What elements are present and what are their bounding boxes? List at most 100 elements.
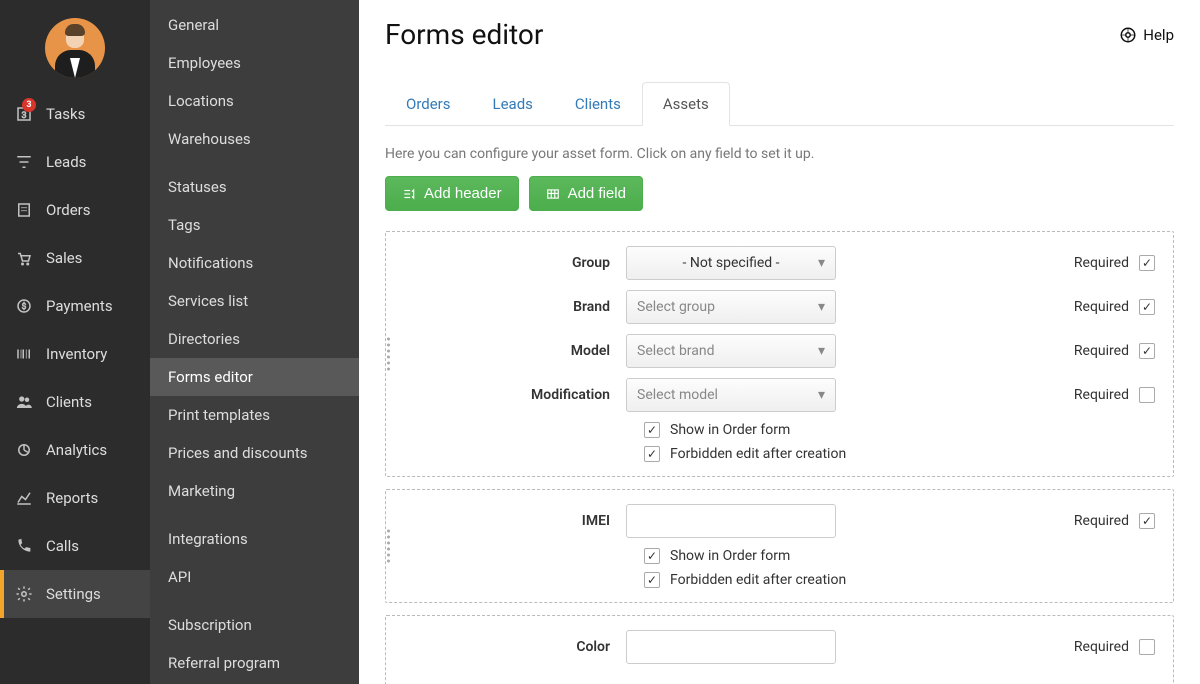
group-select[interactable]: - Not specified - ▾ — [626, 246, 836, 280]
svg-text:$: $ — [22, 301, 27, 312]
show-in-order-label: Show in Order form — [670, 548, 790, 564]
tab-orders[interactable]: Orders — [385, 82, 472, 126]
nav-label: Leads — [46, 153, 86, 171]
sub-general[interactable]: General — [150, 6, 359, 44]
svg-text:3: 3 — [21, 111, 26, 121]
chevron-down-icon: ▾ — [818, 387, 825, 403]
tab-assets[interactable]: Assets — [642, 82, 730, 126]
modification-select[interactable]: Select model ▾ — [626, 378, 836, 412]
required-label: Required — [1074, 387, 1129, 403]
sub-employees[interactable]: Employees — [150, 44, 359, 82]
sub-prices-discounts[interactable]: Prices and discounts — [150, 434, 359, 472]
help-icon — [1119, 26, 1137, 44]
sub-subscription[interactable]: Subscription — [150, 606, 359, 644]
nav-analytics[interactable]: Analytics — [0, 426, 150, 474]
nav-label: Payments — [46, 297, 113, 315]
add-field-icon — [546, 187, 560, 201]
drag-handle-icon[interactable] — [384, 338, 392, 371]
required-label: Required — [1074, 639, 1129, 655]
nav-tasks[interactable]: 3 Tasks 3 — [0, 90, 150, 138]
imei-input[interactable] — [626, 504, 836, 538]
nav-label: Settings — [46, 585, 101, 603]
sub-forms-editor[interactable]: Forms editor — [150, 358, 359, 396]
add-header-button[interactable]: Add header — [385, 176, 519, 211]
nav-label: Reports — [46, 489, 98, 507]
help-label: Help — [1143, 26, 1174, 44]
sub-integrations[interactable]: Integrations — [150, 520, 359, 558]
model-required-checkbox[interactable] — [1139, 343, 1155, 359]
drag-handle-icon[interactable] — [384, 530, 392, 563]
sub-directories[interactable]: Directories — [150, 320, 359, 358]
form-section-1[interactable]: Group - Not specified - ▾ Required Brand… — [385, 231, 1174, 477]
avatar[interactable] — [45, 18, 105, 78]
forbidden-edit-checkbox[interactable] — [644, 446, 660, 462]
nav-calls[interactable]: Calls — [0, 522, 150, 570]
page-title: Forms editor — [385, 18, 543, 51]
imei-required-checkbox[interactable] — [1139, 513, 1155, 529]
sub-services[interactable]: Services list — [150, 282, 359, 320]
show-in-order-checkbox[interactable] — [644, 548, 660, 564]
add-field-button[interactable]: Add field — [529, 176, 643, 211]
modification-required-checkbox[interactable] — [1139, 387, 1155, 403]
required-label: Required — [1074, 255, 1129, 271]
color-input[interactable] — [626, 630, 836, 664]
sub-locations[interactable]: Locations — [150, 82, 359, 120]
required-label: Required — [1074, 299, 1129, 315]
sub-api[interactable]: API — [150, 558, 359, 596]
cart-icon — [14, 248, 34, 268]
chevron-down-icon: ▾ — [818, 255, 825, 271]
form-section-2[interactable]: IMEI Required Show in Order form Forbidd… — [385, 489, 1174, 603]
add-header-icon — [402, 187, 416, 201]
forbidden-edit-label: Forbidden edit after creation — [670, 446, 846, 462]
required-label: Required — [1074, 513, 1129, 529]
modification-label: Modification — [396, 387, 626, 403]
filter-icon — [14, 152, 34, 172]
brand-required-checkbox[interactable] — [1139, 299, 1155, 315]
analytics-icon — [14, 440, 34, 460]
tab-leads[interactable]: Leads — [472, 82, 554, 126]
nav-label: Analytics — [46, 441, 107, 459]
color-label: Color — [396, 639, 626, 655]
sub-statuses[interactable]: Statuses — [150, 168, 359, 206]
brand-placeholder: Select group — [637, 299, 715, 315]
barcode-icon — [14, 344, 34, 364]
forbidden-edit-checkbox[interactable] — [644, 572, 660, 588]
nav-payments[interactable]: $ Payments — [0, 282, 150, 330]
nav-label: Tasks — [46, 105, 85, 123]
nav-orders[interactable]: Orders — [0, 186, 150, 234]
nav-settings[interactable]: Settings — [0, 570, 150, 618]
sub-print-templates[interactable]: Print templates — [150, 396, 359, 434]
add-header-label: Add header — [424, 185, 502, 202]
brand-select[interactable]: Select group ▾ — [626, 290, 836, 324]
nav-clients[interactable]: Clients — [0, 378, 150, 426]
sub-warehouses[interactable]: Warehouses — [150, 120, 359, 158]
chevron-down-icon: ▾ — [818, 343, 825, 359]
nav-reports[interactable]: Reports — [0, 474, 150, 522]
model-label: Model — [396, 343, 626, 359]
model-select[interactable]: Select brand ▾ — [626, 334, 836, 368]
nav-sales[interactable]: Sales — [0, 234, 150, 282]
tab-clients[interactable]: Clients — [554, 82, 642, 126]
forbidden-edit-label: Forbidden edit after creation — [670, 572, 846, 588]
nav-inventory[interactable]: Inventory — [0, 330, 150, 378]
nav-label: Calls — [46, 537, 79, 555]
sub-marketing[interactable]: Marketing — [150, 472, 359, 510]
group-value: - Not specified - — [682, 255, 779, 271]
phone-icon — [14, 536, 34, 556]
payments-icon: $ — [14, 296, 34, 316]
sub-notifications[interactable]: Notifications — [150, 244, 359, 282]
show-in-order-checkbox[interactable] — [644, 422, 660, 438]
nav-leads[interactable]: Leads — [0, 138, 150, 186]
orders-icon — [14, 200, 34, 220]
sub-referral[interactable]: Referral program — [150, 644, 359, 682]
hint-text: Here you can configure your asset form. … — [385, 146, 1174, 162]
color-required-checkbox[interactable] — [1139, 639, 1155, 655]
nav-label: Sales — [46, 249, 82, 267]
group-required-checkbox[interactable] — [1139, 255, 1155, 271]
help-link[interactable]: Help — [1119, 26, 1174, 44]
clients-icon — [14, 392, 34, 412]
sub-tags[interactable]: Tags — [150, 206, 359, 244]
group-label: Group — [396, 255, 626, 271]
imei-label: IMEI — [396, 513, 626, 529]
form-section-3[interactable]: Color Required — [385, 615, 1174, 684]
